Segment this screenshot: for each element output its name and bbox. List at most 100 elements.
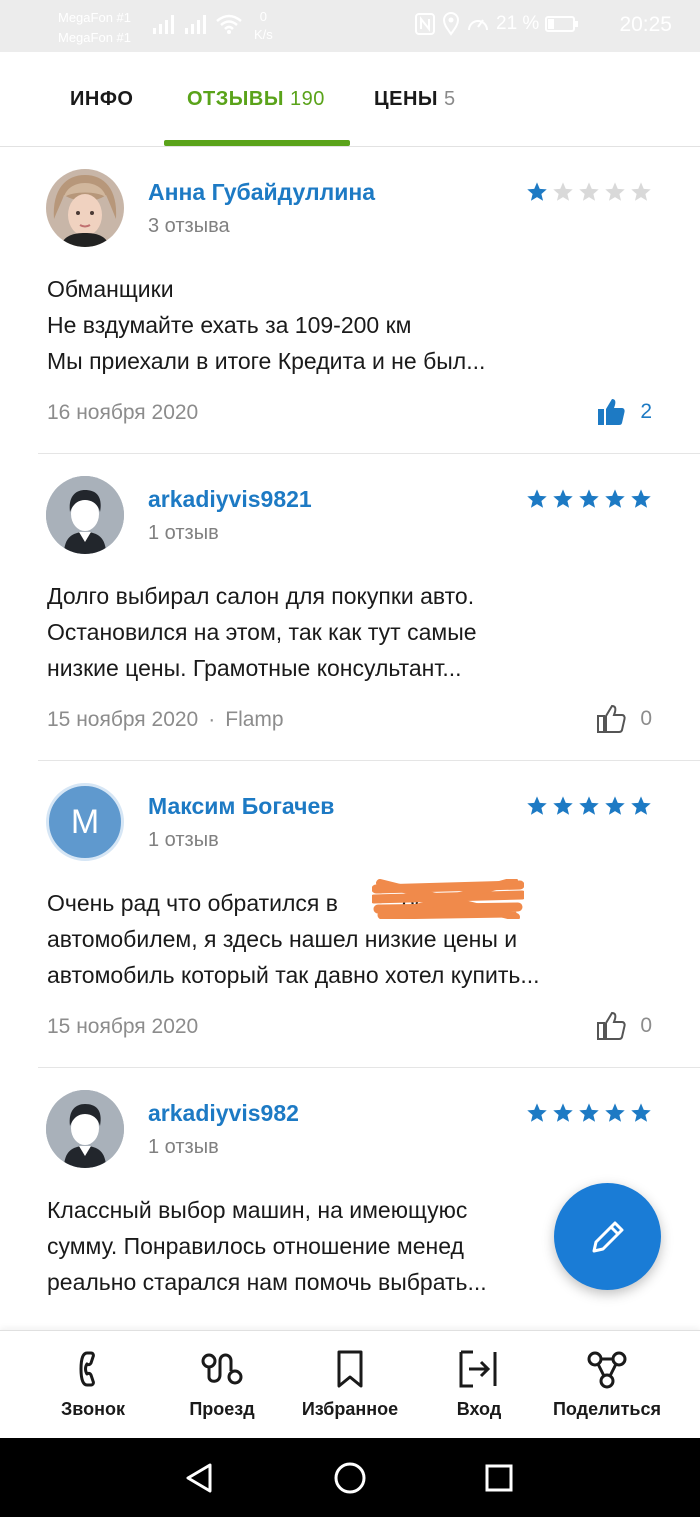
review-text-line: низкие цены. Грамотные консультант... [47,655,462,681]
star-empty-icon [553,182,573,201]
tab-count: 190 [289,88,325,110]
tab-label: ИНФО [70,88,134,110]
review-text[interactable]: Классный выбор машин, на имеющуюс сумму.… [47,1192,567,1300]
tab-info[interactable]: ИНФО [70,88,133,111]
review-text-line: Классный выбор машин, на имеющуюс [47,1197,468,1223]
avatar[interactable]: М [46,783,124,861]
review-card[interactable]: М Максим Богачев 1 отзыв Очень рад что о… [0,761,700,1068]
home-icon[interactable] [333,1461,367,1495]
review-text-line: Обманщики [47,276,174,302]
share-icon [587,1351,627,1389]
call-button[interactable]: Звонок [28,1349,158,1420]
star-filled-icon [631,1103,651,1122]
status-right-icons: 21 % [414,12,579,36]
star-filled-icon [527,796,547,815]
like-button[interactable]: 0 [596,1011,652,1041]
like-count: 2 [640,400,652,423]
review-date: 16 ноября 2020 [47,401,199,424]
review-text[interactable]: Долго выбирал салон для покупки авто. Ос… [47,578,657,686]
bottom-action-bar: Звонок Проезд Избранное Вход Поделиться [0,1330,700,1439]
review-meta: 16 ноября 2020 [47,401,198,425]
battery-icon [545,16,579,32]
review-text[interactable]: Обманщики Не вздумайте ехать за 109-200 … [47,271,657,379]
location-icon [442,12,460,36]
carrier-2: MegaFon #1 [58,30,131,45]
status-bar: MegaFon #1 MegaFon #1 0 K/s 21 % 20:25 [0,0,700,52]
star-filled-icon [579,796,599,815]
star-filled-icon [579,489,599,508]
tab-label: ЦЕНЫ [374,88,438,110]
battery-percent: 21 % [496,13,540,34]
like-button[interactable]: 0 [596,704,652,734]
star-filled-icon [631,796,651,815]
thumbs-up-icon [598,399,625,425]
review-text-line: реально старался нам помочь выбрать... [47,1269,487,1295]
avatar[interactable] [46,1090,124,1168]
review-meta: 15 ноября 2020 [47,1015,198,1039]
rating-stars [526,1102,652,1124]
signal-icons [152,14,242,34]
review-source: Flamp [225,708,284,731]
route-button[interactable]: Проезд [157,1349,287,1420]
favorite-button[interactable]: Избранное [285,1349,415,1420]
meta-separator: · [208,708,216,731]
like-count: 0 [640,1014,652,1037]
like-button[interactable]: 2 [596,397,652,427]
bookmark-icon [337,1350,363,1388]
tab-reviews[interactable]: ОТЗЫВЫ 190 [187,88,325,111]
review-text-line: Не вздумайте ехать за 109-200 км [47,312,412,338]
redaction-mark [372,879,524,919]
review-text-line: Очень рад что обратился в ос за [47,890,456,916]
review-author[interactable]: arkadiyvis982 [148,1100,299,1127]
write-review-button[interactable] [554,1183,661,1290]
avatar[interactable] [46,169,124,247]
star-filled-icon [527,489,547,508]
star-filled-icon [605,1103,625,1122]
tab-label: ОТЗЫВЫ [187,88,284,110]
review-author[interactable]: Максим Богачев [148,793,334,820]
star-empty-icon [631,182,651,201]
thumbs-up-icon [597,704,626,733]
call-label: Звонок [61,1399,125,1419]
star-filled-icon [553,1103,573,1122]
review-date: 15 ноября 2020 [47,1015,199,1038]
pencil-icon [592,1221,623,1252]
review-card[interactable]: Анна Губайдуллина 3 отзыва Обманщики Не … [0,147,700,454]
review-text-line: Остановился на этом, так как тут самые [47,619,477,645]
clock: 20:25 [619,13,672,36]
tab-prices[interactable]: ЦЕНЫ 5 [374,88,456,111]
recents-icon[interactable] [484,1463,514,1493]
review-text-line: Долго выбирал салон для покупки авто. [47,583,475,609]
entrance-button[interactable]: Вход [414,1349,544,1420]
review-text[interactable]: Очень рад что обратился в ос за автомоби… [47,885,657,993]
review-author[interactable]: arkadiyvis9821 [148,486,312,513]
star-filled-icon [553,489,573,508]
speedometer-icon [468,19,488,31]
review-text-line: автомобиль который так давно хотел купит… [47,962,540,988]
tab-bar: ИНФО ОТЗЫВЫ 190 ЦЕНЫ 5 [0,52,700,147]
star-filled-icon [605,796,625,815]
star-filled-icon [553,796,573,815]
review-text-line: автомобилем, я здесь нашел низкие цены и [47,926,518,952]
star-filled-icon [527,1103,547,1122]
net-speed: 0 K/s [254,8,273,44]
star-empty-icon [605,182,625,201]
net-speed-unit: K/s [254,27,273,42]
wifi-icon [216,14,242,34]
back-icon[interactable] [184,1462,216,1494]
review-author[interactable]: Анна Губайдуллина [148,179,375,206]
rating-stars [526,181,652,203]
star-filled-icon [527,182,547,201]
review-card[interactable]: arkadiyvis9821 1 отзыв Долго выбирал сал… [0,454,700,761]
net-speed-value: 0 [259,9,268,24]
author-review-count: 1 отзыв [148,1136,219,1158]
author-review-count: 1 отзыв [148,522,219,544]
route-icon [201,1353,243,1385]
share-label: Поделиться [552,1399,662,1419]
favorite-label: Избранное [301,1399,399,1419]
avatar[interactable] [46,476,124,554]
share-button[interactable]: Поделиться [542,1349,672,1420]
review-text-line: сумму. Понравилось отношение менед [47,1233,464,1259]
review-text-line: Мы приехали в итоге Кредита и не был... [47,348,486,374]
thumbs-up-icon [597,1011,626,1040]
